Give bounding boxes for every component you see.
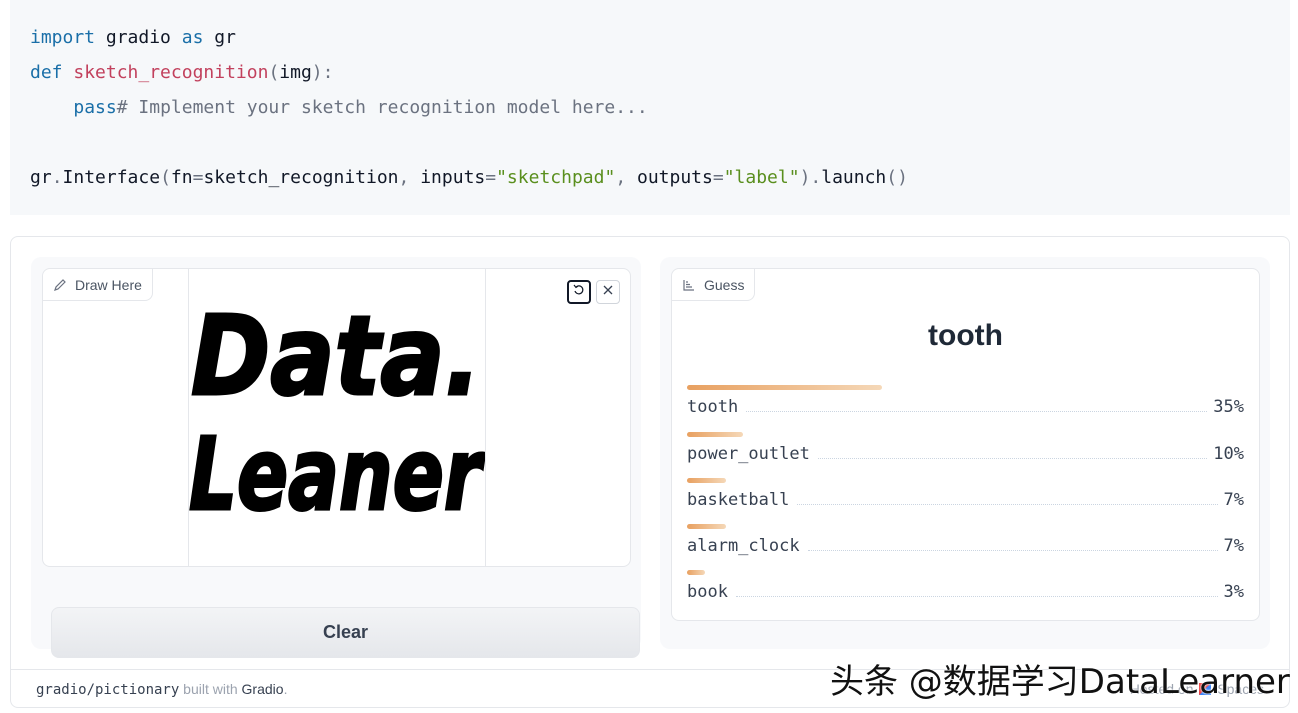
close-icon: [602, 283, 614, 301]
pencil-icon: [53, 278, 67, 292]
label-output-panel: Guess tooth tooth 35% power_outlet 10% baske…: [671, 268, 1260, 621]
confidence-row: basketball 7%: [687, 478, 1244, 518]
confidence-bar: [687, 524, 726, 529]
confidence-label: basketball: [687, 490, 790, 510]
confidence-percent: 7%: [1223, 490, 1244, 510]
space-name[interactable]: gradio/pictionary: [36, 682, 179, 698]
undo-button[interactable]: [567, 280, 591, 304]
confidence-bar: [687, 432, 743, 437]
confidence-bar: [687, 385, 882, 390]
gradio-app: Draw Here Data. Leaner Clear Guess tooth…: [10, 236, 1290, 708]
output-column: Guess tooth tooth 35% power_outlet 10% baske…: [660, 257, 1270, 649]
confidence-bar: [687, 478, 726, 483]
confidence-percent: 7%: [1223, 536, 1244, 556]
confidence-label: power_outlet: [687, 444, 810, 464]
drawing-line-2: Leaner: [189, 416, 485, 533]
confidence-row: alarm_clock 7%: [687, 524, 1244, 564]
confidence-row: power_outlet 10%: [687, 432, 1244, 472]
confidence-label: book: [687, 582, 728, 602]
code-block: import gradio as gr def sketch_recogniti…: [10, 0, 1290, 215]
code-line-4: gr.Interface(fn=sketch_recognition, inpu…: [30, 167, 908, 188]
confidence-percent: 3%: [1223, 582, 1244, 602]
confidence-percent: 10%: [1213, 444, 1244, 464]
gradio-link[interactable]: Gradio: [242, 681, 284, 697]
dotted-leader: [735, 596, 1218, 597]
clear-button[interactable]: Clear: [51, 607, 640, 658]
sketch-drawing: Data. Leaner: [188, 291, 487, 535]
output-label-text: Guess: [704, 276, 745, 293]
dotted-leader: [746, 411, 1208, 412]
undo-icon: [573, 283, 585, 301]
predicted-label: tooth: [928, 319, 1003, 352]
confidence-label: tooth: [687, 397, 739, 417]
clear-sketch-button[interactable]: [596, 280, 620, 304]
dotted-leader: [817, 458, 1208, 459]
output-label: Guess: [672, 269, 756, 301]
input-column: Draw Here Data. Leaner Clear: [31, 257, 641, 658]
confidence-row: book 3%: [687, 570, 1244, 610]
dotted-leader: [797, 504, 1218, 505]
confidence-percent: 35%: [1213, 397, 1244, 417]
sketchpad-panel: Draw Here Data. Leaner: [42, 268, 631, 567]
footer-credit: gradio/pictionary built with Gradio.: [36, 681, 288, 698]
code-line-3: pass# Implement your sketch recognition …: [73, 97, 648, 118]
sketchpad-label: Draw Here: [43, 269, 153, 301]
confidence-bar: [687, 570, 705, 575]
dotted-leader: [807, 550, 1218, 551]
sketchpad-label-text: Draw Here: [75, 276, 142, 293]
sketch-canvas[interactable]: Data. Leaner: [188, 269, 487, 566]
code-line-1: import gradio as gr: [30, 27, 236, 48]
bar-chart-icon: [682, 278, 696, 292]
watermark: 头条 @数据学习DataLearner: [830, 662, 1290, 702]
confidence-label: alarm_clock: [687, 536, 800, 556]
code-line-2: def sketch_recognition(img):: [30, 62, 334, 83]
confidence-row: tooth 35%: [687, 385, 1244, 425]
drawing-line-1: Data.: [191, 292, 481, 420]
